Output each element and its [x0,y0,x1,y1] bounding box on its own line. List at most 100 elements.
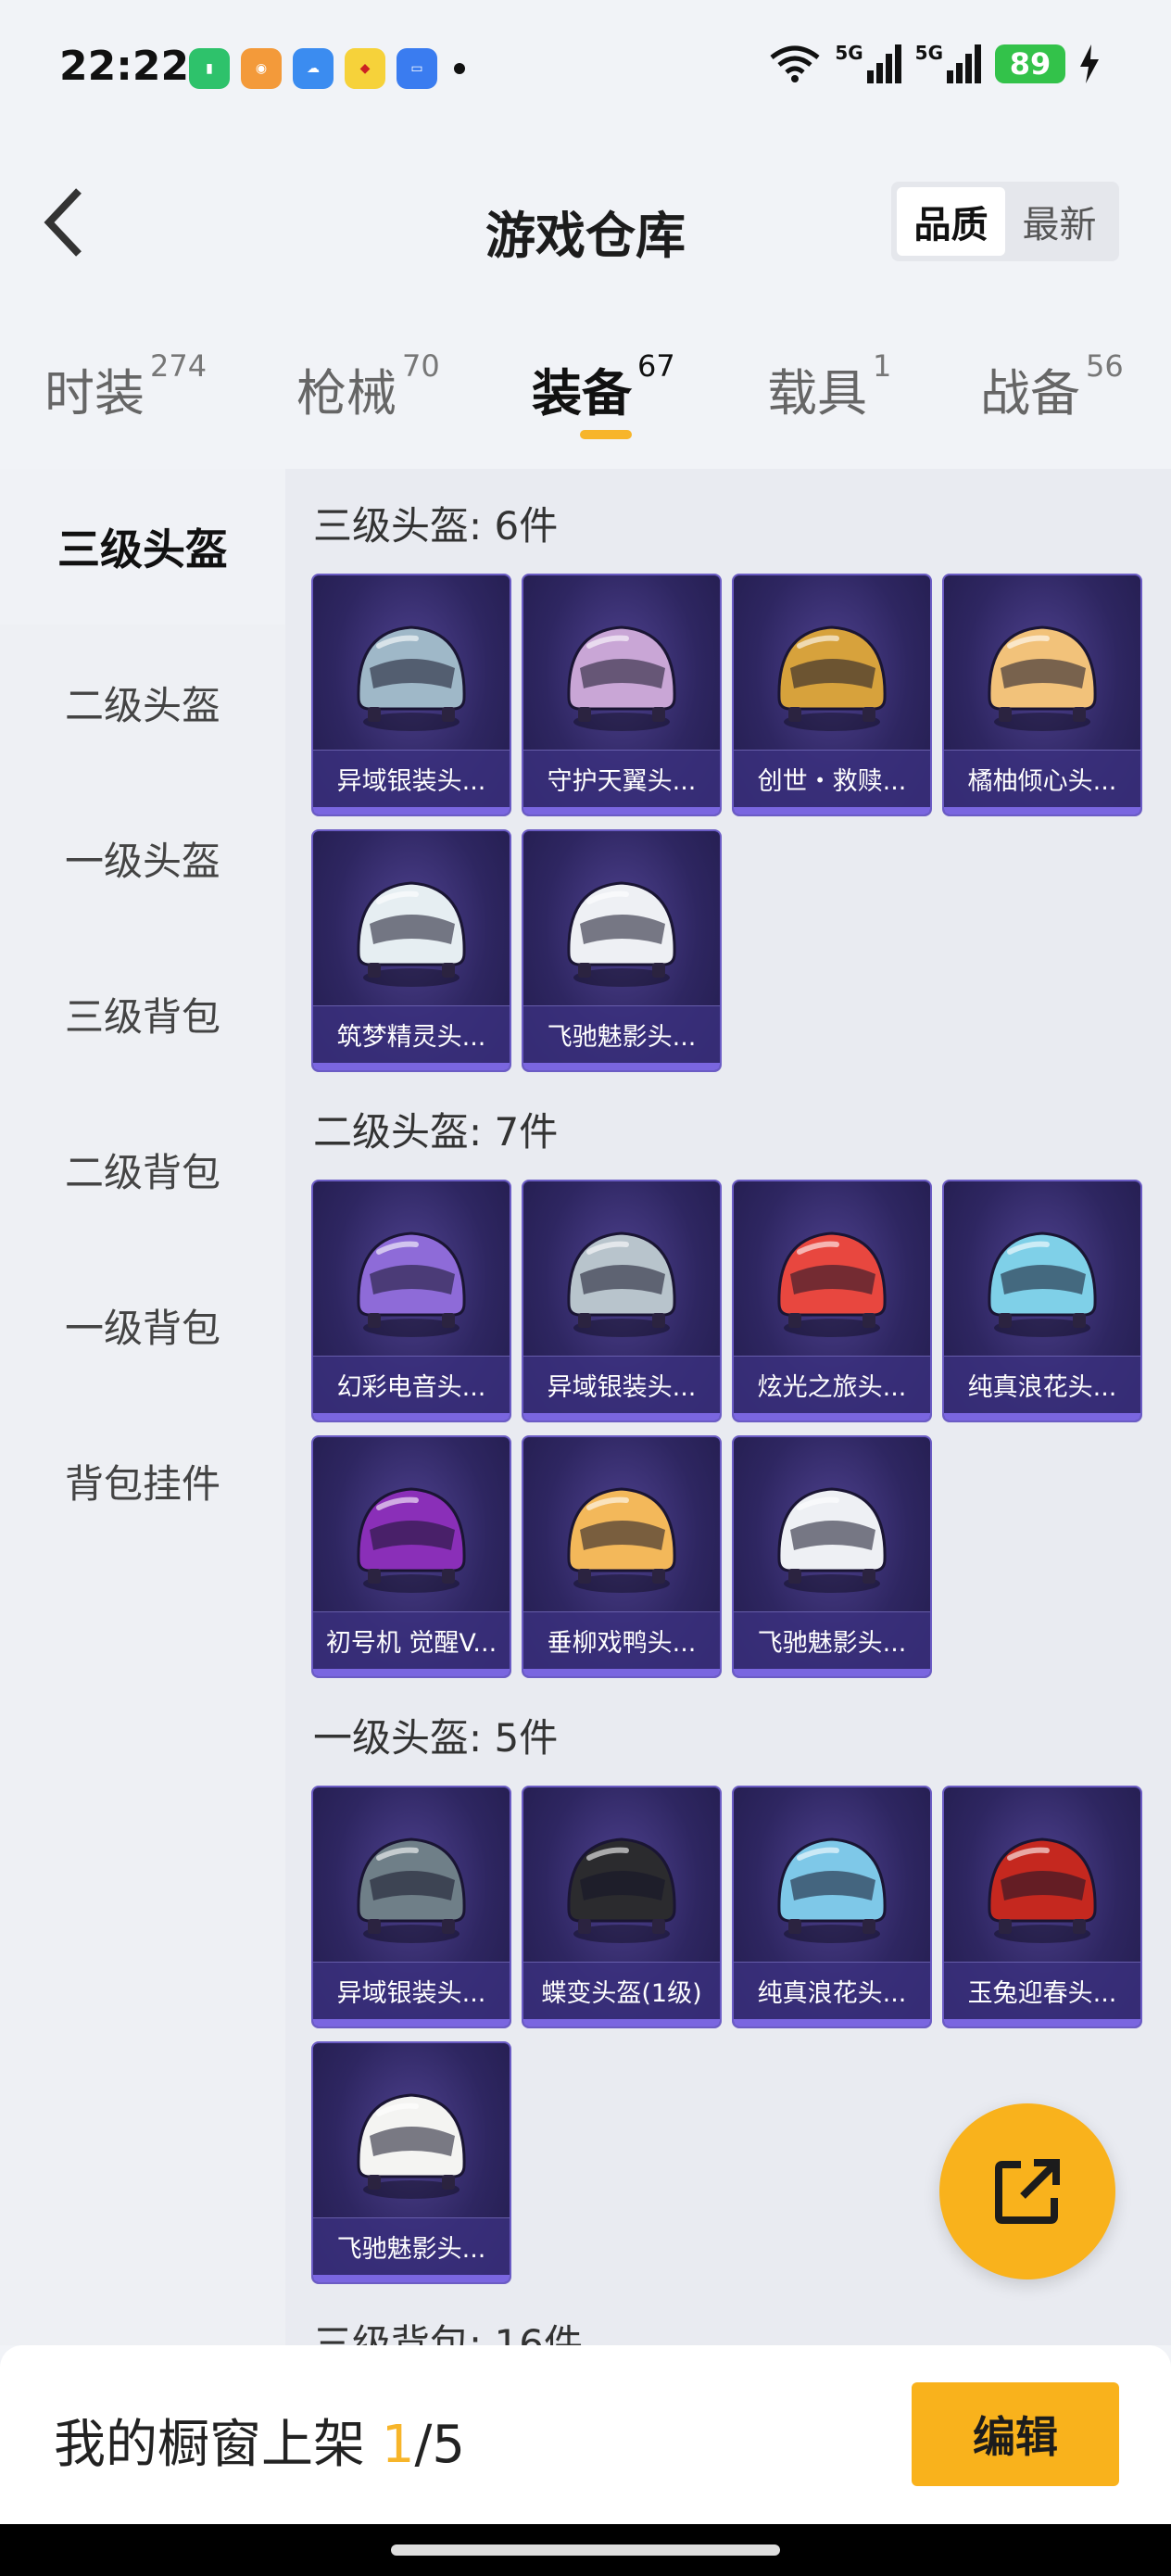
battery-indicator: 89 [995,44,1065,83]
helmet-icon [342,1825,481,1954]
bottom-bar: 我的橱窗上架 1/5 编辑 [0,2345,1171,2524]
item-card[interactable]: 飞驰魅影头... [732,1435,932,1678]
item-card[interactable]: 异域银装头... [311,1786,511,2028]
sidebar-item-level2-backpack[interactable]: 二级背包 [0,1092,285,1247]
charging-icon [1080,44,1099,83]
item-card[interactable]: 筑梦精灵头... [311,829,511,1072]
tab-count: 56 [1086,348,1124,384]
folder-app-icon: ▭ [397,48,437,89]
tab-label: 战备 [980,364,1080,423]
tab-label: 枪械 [296,364,397,423]
item-name: 创世・救赎... [734,750,930,807]
status-time: 22:22 [59,43,190,90]
helmet-icon [342,612,481,742]
status-app-icons: ▮ ◉ ☁ ◆ ▭ [189,48,465,89]
item-name: 炫光之旅头... [734,1356,930,1413]
helmet-icon [762,1219,901,1348]
item-card[interactable]: 飞驰魅影头... [522,829,722,1072]
tab-vehicles[interactable]: 载具 1 [767,348,891,425]
section-title: 三级头盔: 6件 [313,503,559,549]
item-card[interactable]: 幻彩电音头... [311,1180,511,1422]
helmet-icon [552,1825,691,1954]
item-name: 飞驰魅影头... [734,1611,930,1669]
helmet-icon [342,2080,481,2210]
tab-label: 装备 [532,364,632,423]
sort-newest-button[interactable]: 最新 [1005,187,1114,256]
item-card[interactable]: 初号机 觉醒V... [311,1435,511,1678]
share-button[interactable] [939,2103,1115,2279]
item-name: 异域银装头... [313,1962,510,2019]
tab-count: 67 [637,348,675,384]
item-name: 橘柚倾心头... [944,750,1140,807]
home-indicator[interactable] [391,2544,780,2556]
item-card[interactable]: 蝶变头盔(1级) [522,1786,722,2028]
helmet-icon [342,1474,481,1604]
helmet-icon [973,612,1112,742]
tab-guns[interactable]: 枪械 70 [296,348,440,425]
item-card[interactable]: 飞驰魅影头... [311,2041,511,2284]
item-grid[interactable]: 三级头盔: 6件 异域银装头... 守护天翼头... 创世・救赎... 橘柚倾心… [285,469,1171,2345]
wifi-icon [770,45,820,82]
item-name: 纯真浪花头... [944,1356,1140,1413]
network-type-1: 5G [835,42,863,64]
showcase-total: /5 [414,2415,465,2475]
item-card[interactable]: 炫光之旅头... [732,1180,932,1422]
status-bar: 22:22 ▮ ◉ ☁ ◆ ▭ 5G 5G 89 [0,0,1171,139]
sort-toggle: 品质 最新 [891,182,1119,261]
item-card[interactable]: 异域银装头... [311,574,511,816]
battery-app-icon: ▮ [189,48,230,89]
item-name: 异域银装头... [313,750,510,807]
helmet-icon [973,1825,1112,1954]
helmet-icon [342,868,481,998]
showcase-status: 我的橱窗上架 1/5 [54,2403,465,2478]
sidebar-item-level2-helmet[interactable]: 二级头盔 [0,625,285,780]
item-name: 守护天翼头... [523,750,720,807]
sidebar-item-level1-backpack[interactable]: 一级背包 [0,1247,285,1403]
item-card[interactable]: 玉兔迎春头... [942,1786,1142,2028]
helmet-icon [342,1219,481,1348]
title-bar: 游戏仓库 品质 最新 [0,139,1171,306]
tab-fashion[interactable]: 时装 274 [44,348,207,425]
signal-icon [866,44,901,83]
item-name: 飞驰魅影头... [313,2217,510,2275]
item-name: 垂柳戏鸭头... [523,1611,720,1669]
item-name: 蝶变头盔(1级) [523,1962,720,2019]
signal-icon [947,44,981,83]
sidebar-item-level3-backpack[interactable]: 三级背包 [0,936,285,1092]
item-card[interactable]: 异域银装头... [522,1180,722,1422]
sidebar-item-level3-helmet[interactable]: 三级头盔 [0,469,285,625]
item-name: 初号机 觉醒V... [313,1611,510,1669]
weather-icon: ☁ [293,48,334,89]
active-tab-underline [580,430,632,439]
item-name: 纯真浪花头... [734,1962,930,2019]
category-tabs: 时装 274 枪械 70 装备 67 载具 1 战备 56 [0,306,1171,469]
item-card[interactable]: 创世・救赎... [732,574,932,816]
sidebar-item-level1-helmet[interactable]: 一级头盔 [0,780,285,936]
tab-count: 274 [150,348,208,384]
item-name: 筑梦精灵头... [313,1005,510,1063]
tab-equipment[interactable]: 装备 67 [532,348,675,425]
more-notifications-dot [454,63,465,74]
status-right: 5G 5G 89 [768,42,1101,83]
section-title: 二级头盔: 7件 [313,1109,559,1155]
showcase-label: 我的橱窗上架 [54,2415,365,2475]
item-card[interactable]: 垂柳戏鸭头... [522,1435,722,1678]
helmet-icon [973,1219,1112,1348]
item-card[interactable]: 橘柚倾心头... [942,574,1142,816]
helmet-icon [552,1474,691,1604]
sidebar-item-backpack-charm[interactable]: 背包挂件 [0,1403,285,1559]
tab-count: 70 [402,348,440,384]
item-card[interactable]: 守护天翼头... [522,574,722,816]
item-name: 玉兔迎春头... [944,1962,1140,2019]
tab-supplies[interactable]: 战备 56 [980,348,1124,425]
item-name: 幻彩电音头... [313,1356,510,1413]
item-card[interactable]: 纯真浪花头... [732,1786,932,2028]
sort-quality-button[interactable]: 品质 [897,187,1005,256]
item-card[interactable]: 纯真浪花头... [942,1180,1142,1422]
mifeng-app-icon: ◆ [345,48,385,89]
item-name: 异域银装头... [523,1356,720,1413]
system-nav-bar [0,2524,1171,2576]
helmet-icon [552,868,691,998]
edit-button[interactable]: 编辑 [912,2382,1119,2486]
helmet-icon [762,612,901,742]
